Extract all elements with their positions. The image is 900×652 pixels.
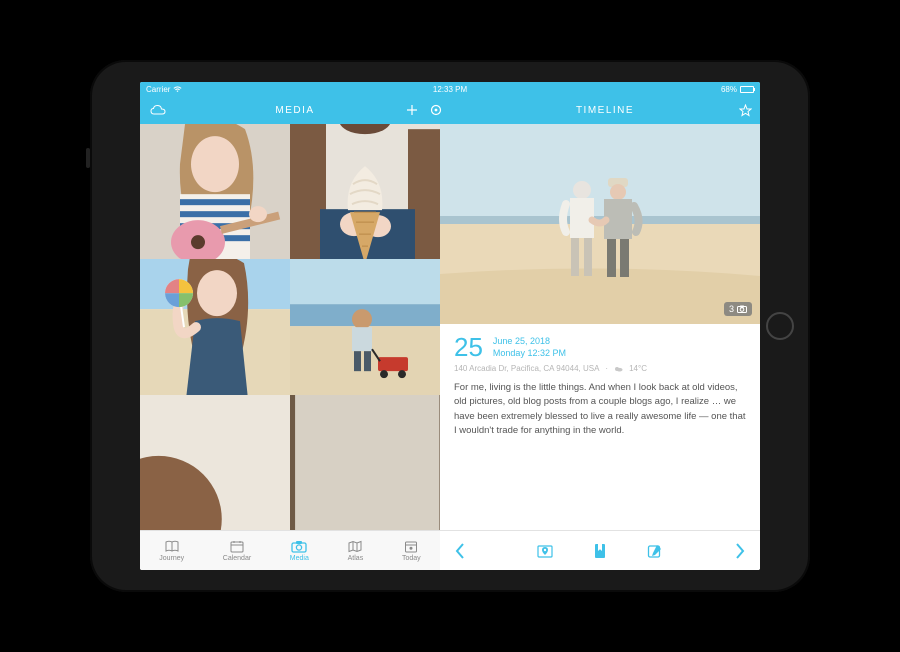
media-tile[interactable] (290, 124, 440, 259)
tab-today[interactable]: Today (402, 540, 421, 562)
entry-temp: 14°C (629, 364, 647, 373)
status-bar: Carrier 12:33 PM 68% (140, 82, 760, 96)
device-side-switch (86, 148, 90, 168)
weather-icon (614, 364, 623, 373)
entry-location-line: 140 Arcadia Dr, Pacifica, CA 94044, USA … (440, 364, 760, 373)
bookmark-button[interactable] (593, 543, 607, 559)
carrier-label: Carrier (146, 85, 170, 94)
wifi-icon (173, 86, 182, 93)
target-icon[interactable] (430, 104, 442, 116)
tab-label: Journey (159, 555, 184, 562)
photo-count-value: 3 (729, 304, 734, 314)
calendar-icon (229, 540, 245, 554)
timeline-pane: 3 25 June 25, 2018 Monday 12:32 PM 140 A… (440, 124, 760, 530)
prev-button[interactable] (454, 542, 466, 560)
tab-label: Media (290, 555, 309, 562)
media-tile[interactable] (290, 395, 440, 530)
tab-label: Atlas (348, 555, 364, 562)
cloud-icon[interactable] (150, 104, 166, 116)
battery-pct: 68% (721, 85, 737, 94)
header-left: MEDIA (140, 96, 450, 124)
star-icon[interactable] (739, 104, 752, 117)
bottom-area: Journey Calendar Media (140, 530, 760, 570)
map-icon (347, 540, 363, 554)
entry-daytime: Monday 12:32 PM (493, 348, 566, 360)
tab-journey[interactable]: Journey (159, 540, 184, 562)
tab-atlas[interactable]: Atlas (347, 540, 363, 562)
clock: 12:33 PM (433, 85, 467, 94)
entry-body: For me, living is the little things. And… (440, 373, 760, 448)
main-area: 3 25 June 25, 2018 Monday 12:32 PM 140 A… (140, 124, 760, 530)
entry-day-number: 25 (454, 334, 483, 360)
book-icon (164, 540, 180, 554)
media-pane[interactable] (140, 124, 440, 530)
battery-icon (740, 86, 754, 93)
photo-count-badge: 3 (724, 302, 752, 316)
camera-icon (291, 540, 307, 554)
screen: Carrier 12:33 PM 68% MEDIA (140, 82, 760, 570)
app-header: MEDIA TIMELINE (140, 96, 760, 124)
tab-calendar[interactable]: Calendar (223, 540, 251, 562)
tab-label: Today (402, 555, 421, 562)
ipad-device: Carrier 12:33 PM 68% MEDIA (90, 60, 810, 592)
timeline-toolbar (440, 531, 760, 570)
entry-date: June 25, 2018 (493, 336, 566, 348)
header-right: TIMELINE (450, 96, 760, 124)
timeline-title: TIMELINE (576, 105, 634, 116)
tab-media[interactable]: Media (290, 540, 309, 562)
media-tile[interactable] (140, 259, 290, 394)
tab-bar: Journey Calendar Media (140, 531, 440, 570)
compose-button[interactable] (647, 543, 663, 559)
map-pin-button[interactable] (537, 543, 553, 559)
entry-photo[interactable]: 3 (440, 124, 760, 324)
next-button[interactable] (734, 542, 746, 560)
today-icon (403, 540, 419, 554)
media-tile[interactable] (290, 259, 440, 394)
home-button[interactable] (766, 312, 794, 340)
media-tile[interactable] (140, 124, 290, 259)
add-icon[interactable] (406, 104, 418, 116)
media-tile[interactable] (140, 395, 290, 530)
entry-location: 140 Arcadia Dr, Pacifica, CA 94044, USA (454, 364, 599, 373)
tab-label: Calendar (223, 555, 251, 562)
media-title: MEDIA (275, 105, 314, 116)
entry-meta: 25 June 25, 2018 Monday 12:32 PM (440, 324, 760, 364)
camera-icon (737, 305, 747, 313)
